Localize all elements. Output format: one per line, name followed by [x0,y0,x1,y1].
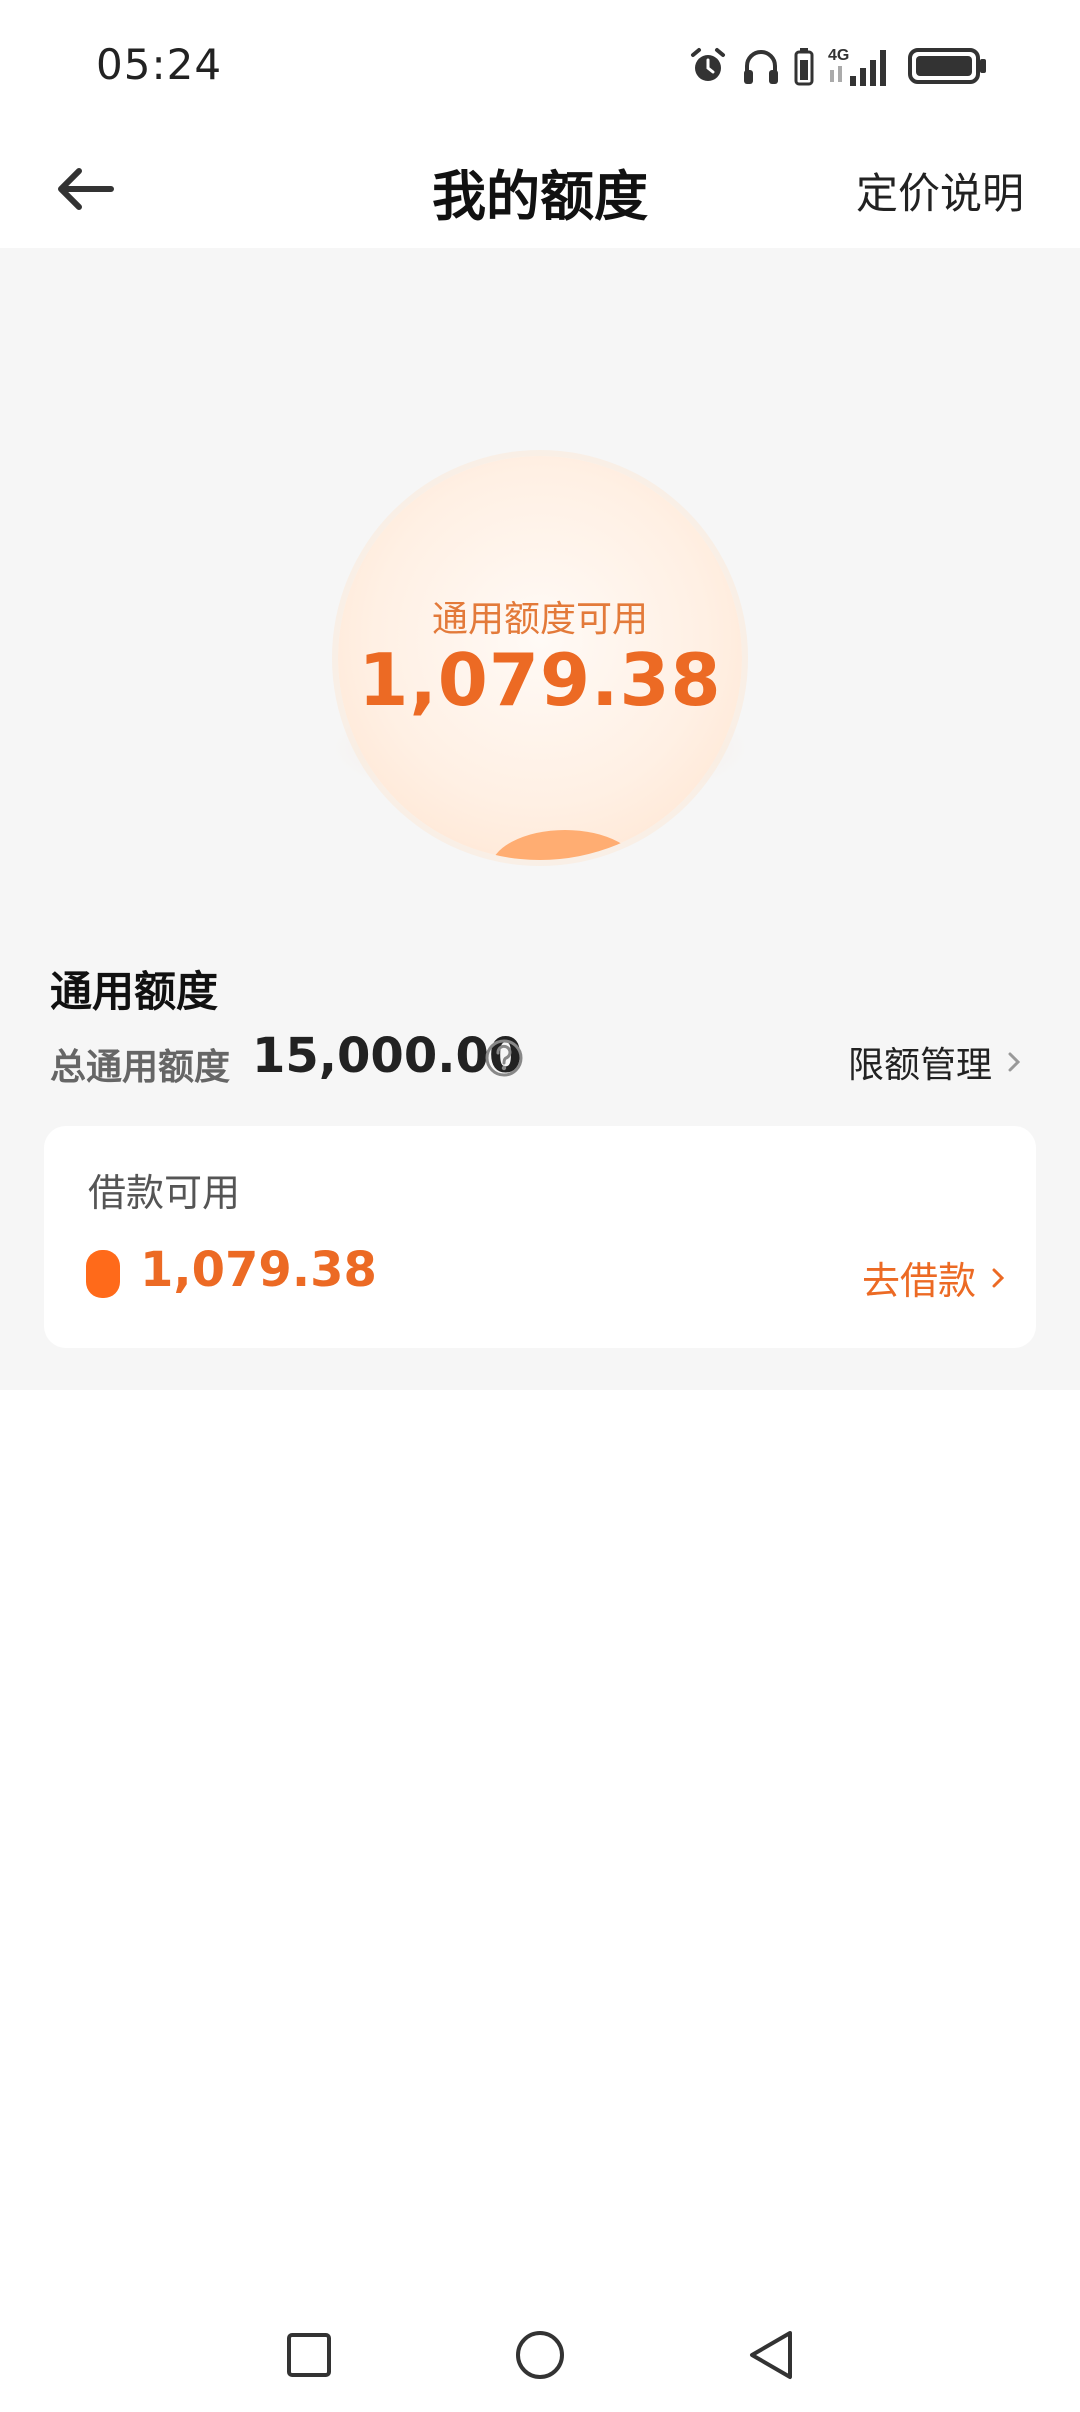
back-icon [750,2331,792,2379]
total-quota-amount: 15,000.00 [252,1028,523,1084]
go-borrow-button[interactable]: 去借款 [862,1250,1006,1305]
question-circle-icon[interactable] [484,1038,524,1078]
battery-icon [908,46,988,86]
headphones-icon [742,46,780,86]
limit-management-link[interactable]: 限额管理 [848,1036,1022,1088]
total-quota-label: 总通用额度 [50,1047,231,1088]
battery-small-icon [794,46,814,86]
recent-apps-button[interactable] [274,2320,344,2390]
loan-indicator-icon [86,1250,120,1298]
total-quota-row: 总通用额度 15,000.00 限额管理 [50,1028,1030,1088]
status-icons: 4G [688,44,988,88]
status-bar: 05:24 4G [0,0,1080,130]
home-icon [516,2331,564,2379]
network-label: 4G [828,47,849,64]
quota-orb: 通用额度可用 1,079.38 [300,348,780,860]
loan-available-label: 借款可用 [88,1171,241,1215]
status-time: 05:24 [96,40,223,89]
home-button[interactable] [505,2320,575,2390]
chevron-right-icon [1008,1052,1021,1072]
pricing-link[interactable]: 定价说明 [856,160,1024,221]
chevron-right-icon [992,1268,1005,1287]
nav-bar: 我的额度 定价说明 [0,130,1080,248]
recent-apps-icon [287,2333,331,2377]
page: 05:24 4G 我的额度 定价说明 通用额度可用 1,079.38 通用额度 … [0,0,1080,2412]
loan-card: 借款可用 1,079.38 去借款 [44,1126,1036,1348]
available-label: 通用额度可用 [431,599,648,640]
loan-available-amount: 1,079.38 [140,1242,377,1298]
system-nav-bar [0,2298,1080,2412]
alarm-icon [688,46,728,86]
section-title: 通用额度 [50,967,219,1016]
signal-4g-icon: 4G [828,44,894,88]
quota-content: 通用额度可用 1,079.38 通用额度 总通用额度 15,000.00 限额管… [0,248,1080,1390]
system-back-button[interactable] [736,2320,806,2390]
go-borrow-label: 去借款 [861,1259,976,1303]
available-amount: 1,079.38 [358,638,722,722]
limit-management-label: 限额管理 [847,1045,992,1086]
orb-wave [490,830,640,860]
